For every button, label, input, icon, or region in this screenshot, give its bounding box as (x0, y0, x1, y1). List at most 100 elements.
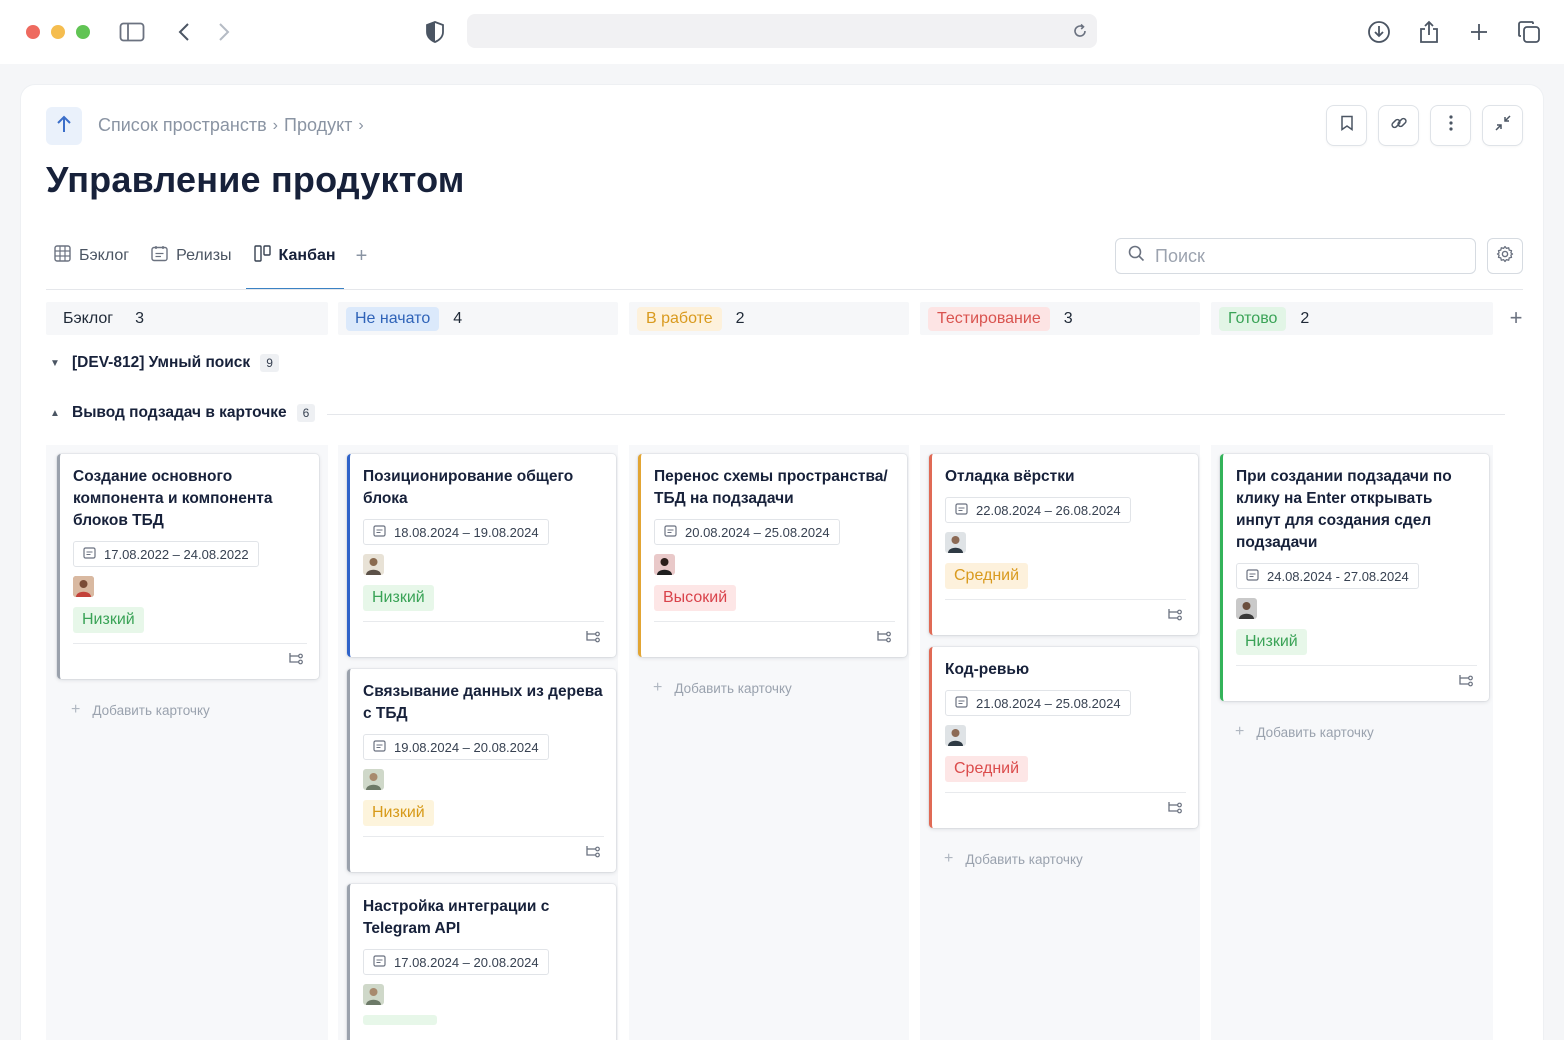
tab-label: Релизы (176, 247, 232, 264)
window-minimize-button[interactable] (51, 25, 65, 39)
privacy-shield-icon[interactable] (421, 18, 449, 46)
add-card-button[interactable]: + Добавить карточку (71, 701, 210, 719)
copy-link-button[interactable] (1378, 105, 1419, 146)
grid-table-icon (54, 245, 71, 267)
back-icon[interactable] (170, 18, 198, 46)
avatar[interactable] (654, 554, 675, 575)
new-tab-icon[interactable] (1465, 18, 1493, 46)
plus-icon: + (71, 701, 81, 718)
add-card-button[interactable]: + Добавить карточку (944, 850, 1083, 868)
column-count: 3 (135, 309, 144, 327)
column-header-testing[interactable]: Тестирование 3 (920, 302, 1200, 335)
subtasks-icon[interactable] (287, 652, 303, 671)
avatar[interactable] (363, 769, 384, 790)
priority-badge: Средний (945, 563, 1029, 589)
reload-icon[interactable] (1071, 22, 1089, 40)
navigate-up-button[interactable] (46, 107, 82, 145)
kanban-icon (253, 245, 271, 267)
date-range: 17.08.2022 – 24.08.2022 (104, 546, 249, 562)
task-card[interactable]: Создание основного компонента и компонен… (57, 454, 319, 679)
task-card[interactable]: Позиционирование общего блока 18.08.2024… (347, 454, 616, 657)
card-footer (363, 836, 604, 872)
collapse-view-button[interactable] (1482, 105, 1523, 146)
avatar[interactable] (1236, 598, 1257, 619)
plus-icon: + (355, 244, 368, 267)
calendar-icon (373, 954, 386, 970)
card-title: Перенос схемы пространства/ ТБД на подза… (654, 468, 888, 507)
tab-kanban[interactable]: Канбан (245, 235, 344, 290)
column-header-in-progress[interactable]: В работе 2 (629, 302, 909, 335)
add-column-button[interactable]: + (1505, 305, 1527, 330)
caret-up-icon: ▲ (50, 407, 60, 419)
task-card[interactable]: Отладка вёрстки 22.08.2024 – 26.08.2024 … (929, 454, 1198, 635)
subtasks-icon[interactable] (584, 845, 600, 864)
address-bar[interactable] (467, 14, 1097, 48)
card-title: Код-ревью (945, 661, 1030, 678)
add-card-label: Добавить карточку (1256, 724, 1374, 740)
avatar[interactable] (363, 984, 384, 1005)
group-label: [DEV-812] Умный поиск (72, 354, 251, 371)
more-options-button[interactable] (1430, 105, 1471, 146)
column-count: 2 (1300, 309, 1310, 327)
date-range: 20.08.2024 – 25.08.2024 (685, 524, 830, 540)
status-badge: Готово (1219, 306, 1287, 331)
tab-overview-icon[interactable] (1515, 18, 1543, 46)
sidebar-toggle-icon[interactable] (118, 18, 146, 46)
subtasks-icon[interactable] (1166, 801, 1182, 820)
group-count: 9 (260, 354, 279, 372)
tab-label: Бэклог (79, 247, 130, 264)
subtasks-icon[interactable] (584, 630, 600, 649)
add-card-button[interactable]: + Добавить карточку (653, 679, 792, 697)
card-date: 19.08.2024 – 20.08.2024 (363, 734, 549, 760)
date-range: 19.08.2024 – 20.08.2024 (394, 739, 539, 755)
bookmark-button[interactable] (1326, 105, 1367, 146)
card-footer (363, 621, 604, 657)
avatar[interactable] (363, 554, 384, 575)
add-view-button[interactable]: + (350, 244, 374, 268)
tab-releases[interactable]: Релизы (143, 235, 239, 277)
card-title: При создании подзадачи по клику на Enter… (1236, 468, 1452, 551)
add-card-label: Добавить карточку (92, 702, 210, 718)
task-card[interactable]: Связывание данных из дерева с ТБД 19.08.… (347, 669, 616, 872)
download-icon[interactable] (1365, 18, 1393, 46)
date-range: 22.08.2024 – 26.08.2024 (976, 502, 1121, 518)
search-input[interactable] (1155, 245, 1455, 267)
column-header-done[interactable]: Готово 2 (1211, 302, 1493, 335)
search-box[interactable] (1115, 238, 1476, 274)
date-range: 18.08.2024 – 19.08.2024 (394, 524, 539, 540)
column-count: 3 (1063, 309, 1073, 327)
plus-icon: + (1235, 723, 1245, 740)
date-range: 24.08.2024 - 27.08.2024 (1267, 568, 1409, 584)
card-date: 21.08.2024 – 25.08.2024 (945, 690, 1131, 716)
column-header-not-started[interactable]: Не начато 4 (338, 302, 618, 335)
avatar[interactable] (945, 725, 966, 746)
breadcrumb-spaces-link[interactable]: Список пространств (98, 115, 267, 136)
avatar[interactable] (73, 576, 94, 597)
plus-icon: + (944, 850, 954, 867)
group-label: Вывод подзадач в карточке (72, 404, 287, 421)
board-settings-button[interactable] (1487, 238, 1523, 274)
date-range: 17.08.2024 – 20.08.2024 (394, 954, 539, 970)
forward-icon[interactable] (210, 18, 238, 46)
task-card[interactable]: Настройка интеграции с Telegram API 17.0… (347, 884, 616, 1040)
group-header-subtasks[interactable]: ▲ Вывод подзадач в карточке 6 (48, 404, 316, 422)
subtasks-icon[interactable] (875, 630, 891, 649)
task-card[interactable]: При создании подзадачи по клику на Enter… (1220, 454, 1489, 701)
add-card-button[interactable]: + Добавить карточку (1235, 723, 1374, 741)
tab-backlog[interactable]: Бэклог (46, 235, 137, 277)
calendar-icon (373, 739, 386, 755)
window-close-button[interactable] (26, 25, 40, 39)
subtasks-icon[interactable] (1166, 608, 1182, 627)
card-footer (73, 643, 307, 679)
calendar-icon (955, 502, 968, 518)
column-header-backlog[interactable]: Бэклог 3 (46, 302, 328, 335)
window-zoom-button[interactable] (76, 25, 90, 39)
share-icon[interactable] (1415, 18, 1443, 46)
subtasks-icon[interactable] (1457, 674, 1473, 693)
group-header-smart-search[interactable]: ▼ [DEV-812] Умный поиск 9 (48, 354, 279, 372)
breadcrumb-product-link[interactable]: Продукт (284, 115, 352, 136)
card-date: 24.08.2024 - 27.08.2024 (1236, 563, 1419, 589)
avatar[interactable] (945, 532, 966, 553)
task-card[interactable]: Код-ревью 21.08.2024 – 25.08.2024 Средни… (929, 647, 1198, 828)
task-card[interactable]: Перенос схемы пространства/ ТБД на подза… (638, 454, 907, 657)
